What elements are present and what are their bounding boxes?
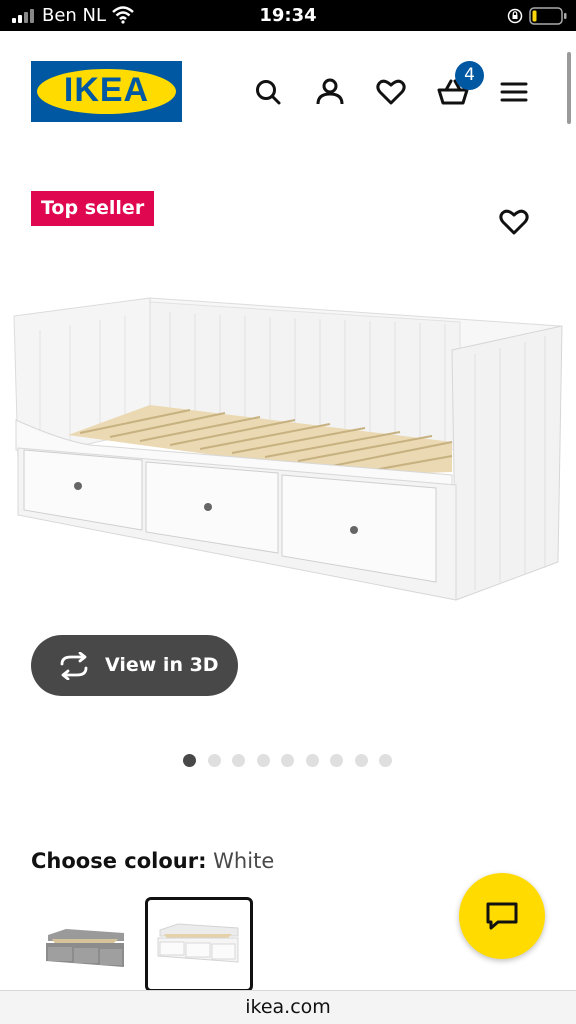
clock: 19:34: [259, 5, 317, 26]
page-scrollbar[interactable]: [567, 52, 571, 124]
account-icon[interactable]: [313, 75, 347, 109]
ikea-logo[interactable]: IKEA: [31, 61, 182, 122]
add-to-favourites-icon[interactable]: [497, 205, 531, 239]
colour-swatch-grey[interactable]: [38, 897, 146, 992]
daybed-with-drawers-image[interactable]: [0, 270, 576, 630]
carousel-dot[interactable]: [305, 754, 319, 767]
carousel-dot[interactable]: [354, 754, 368, 767]
top-seller-badge: Top seller: [31, 191, 155, 226]
status-bar: Ben NL 19:34: [0, 0, 576, 31]
search-icon[interactable]: [251, 75, 285, 109]
choose-colour-label: Choose colour:: [31, 849, 207, 873]
carousel-dot[interactable]: [207, 754, 221, 767]
choose-colour-heading: Choose colour: White: [31, 849, 274, 873]
view-in-3d-label: View in 3D: [105, 654, 219, 676]
carousel-dot[interactable]: [379, 754, 392, 767]
selected-colour-value: White: [213, 849, 275, 873]
view-in-3d-button[interactable]: View in 3D: [31, 635, 238, 696]
carousel-dot[interactable]: [281, 754, 294, 767]
orientation-lock-icon: [507, 8, 523, 24]
url-text: ikea.com: [245, 996, 331, 1018]
menu-icon[interactable]: [497, 75, 531, 109]
carousel-dot[interactable]: [183, 754, 196, 767]
carousel-dot[interactable]: [330, 754, 343, 767]
logo-text: IKEA: [63, 71, 150, 109]
carousel-dot[interactable]: [256, 754, 270, 767]
rotate-3d-icon: [60, 652, 88, 680]
product-page: Ben NL 19:34 IKEA 4 Top seller View in 3…: [0, 0, 576, 1024]
carousel-dot[interactable]: [232, 754, 245, 767]
cart-count-badge: 4: [455, 61, 484, 90]
browser-url-bar[interactable]: ikea.com: [0, 990, 576, 1024]
favourites-icon[interactable]: [374, 75, 408, 109]
chat-icon: [486, 902, 518, 930]
chat-button[interactable]: [459, 873, 545, 959]
colour-swatch-white[interactable]: [145, 897, 253, 992]
battery-icon: [529, 7, 567, 25]
